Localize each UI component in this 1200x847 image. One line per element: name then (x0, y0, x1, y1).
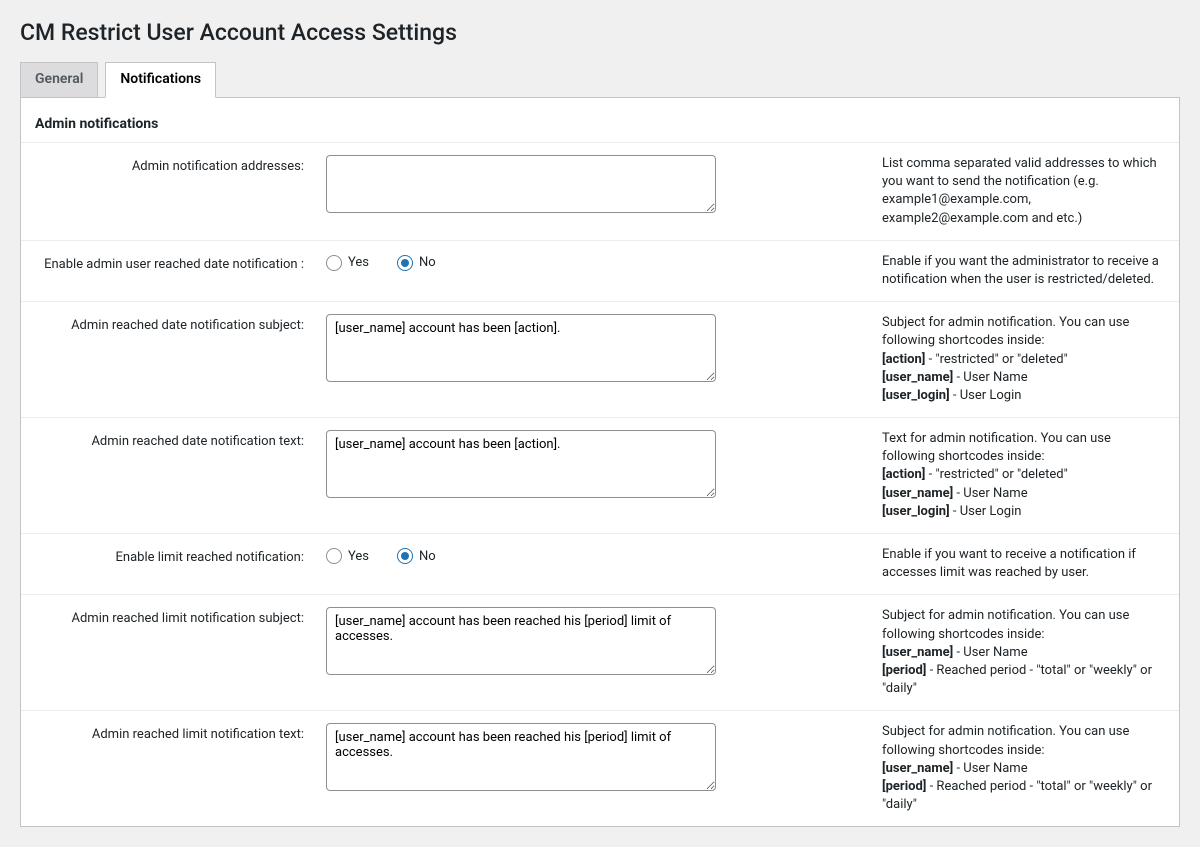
settings-panel: Admin notifications Admin notification a… (20, 98, 1180, 827)
radio-enable-date-no[interactable] (397, 255, 413, 271)
tab-bar: General Notifications (20, 62, 1180, 98)
help-addresses: List comma separated valid addresses to … (876, 143, 1179, 241)
radio-enable-limit: Yes No (326, 546, 866, 564)
tab-general[interactable]: General (20, 62, 98, 97)
input-addresses[interactable] (326, 155, 716, 213)
settings-table: Admin notification addresses: List comma… (21, 142, 1179, 826)
radio-no-label: No (419, 255, 436, 270)
label-date-text: Admin reached date notification text: (21, 418, 316, 534)
label-limit-text: Admin reached limit notification text: (21, 711, 316, 826)
help-limit-text: Subject for admin notification. You can … (876, 711, 1179, 826)
input-date-subject[interactable] (326, 314, 716, 382)
help-date-text: Text for admin notification. You can use… (876, 418, 1179, 534)
help-enable-limit: Enable if you want to receive a notifica… (876, 534, 1179, 595)
section-title: Admin notifications (21, 98, 1179, 142)
radio-enable-limit-yes[interactable] (326, 548, 342, 564)
help-limit-subject: Subject for admin notification. You can … (876, 595, 1179, 711)
input-date-text[interactable] (326, 430, 716, 498)
radio-yes-label: Yes (348, 549, 369, 564)
input-limit-text[interactable] (326, 723, 716, 791)
page-title: CM Restrict User Account Access Settings (20, 10, 1180, 62)
radio-enable-date-yes[interactable] (326, 255, 342, 271)
label-date-subject: Admin reached date notification subject: (21, 302, 316, 418)
label-enable-limit: Enable limit reached notification: (21, 534, 316, 595)
radio-no-label: No (419, 549, 436, 564)
label-addresses: Admin notification addresses: (21, 143, 316, 241)
label-enable-date: Enable admin user reached date notificat… (21, 240, 316, 301)
help-date-subject: Subject for admin notification. You can … (876, 302, 1179, 418)
radio-yes-label: Yes (348, 255, 369, 270)
input-limit-subject[interactable] (326, 607, 716, 675)
radio-enable-limit-no[interactable] (397, 548, 413, 564)
label-limit-subject: Admin reached limit notification subject… (21, 595, 316, 711)
tab-notifications[interactable]: Notifications (105, 62, 216, 98)
radio-enable-date: Yes No (326, 253, 866, 271)
help-enable-date: Enable if you want the administrator to … (876, 240, 1179, 301)
